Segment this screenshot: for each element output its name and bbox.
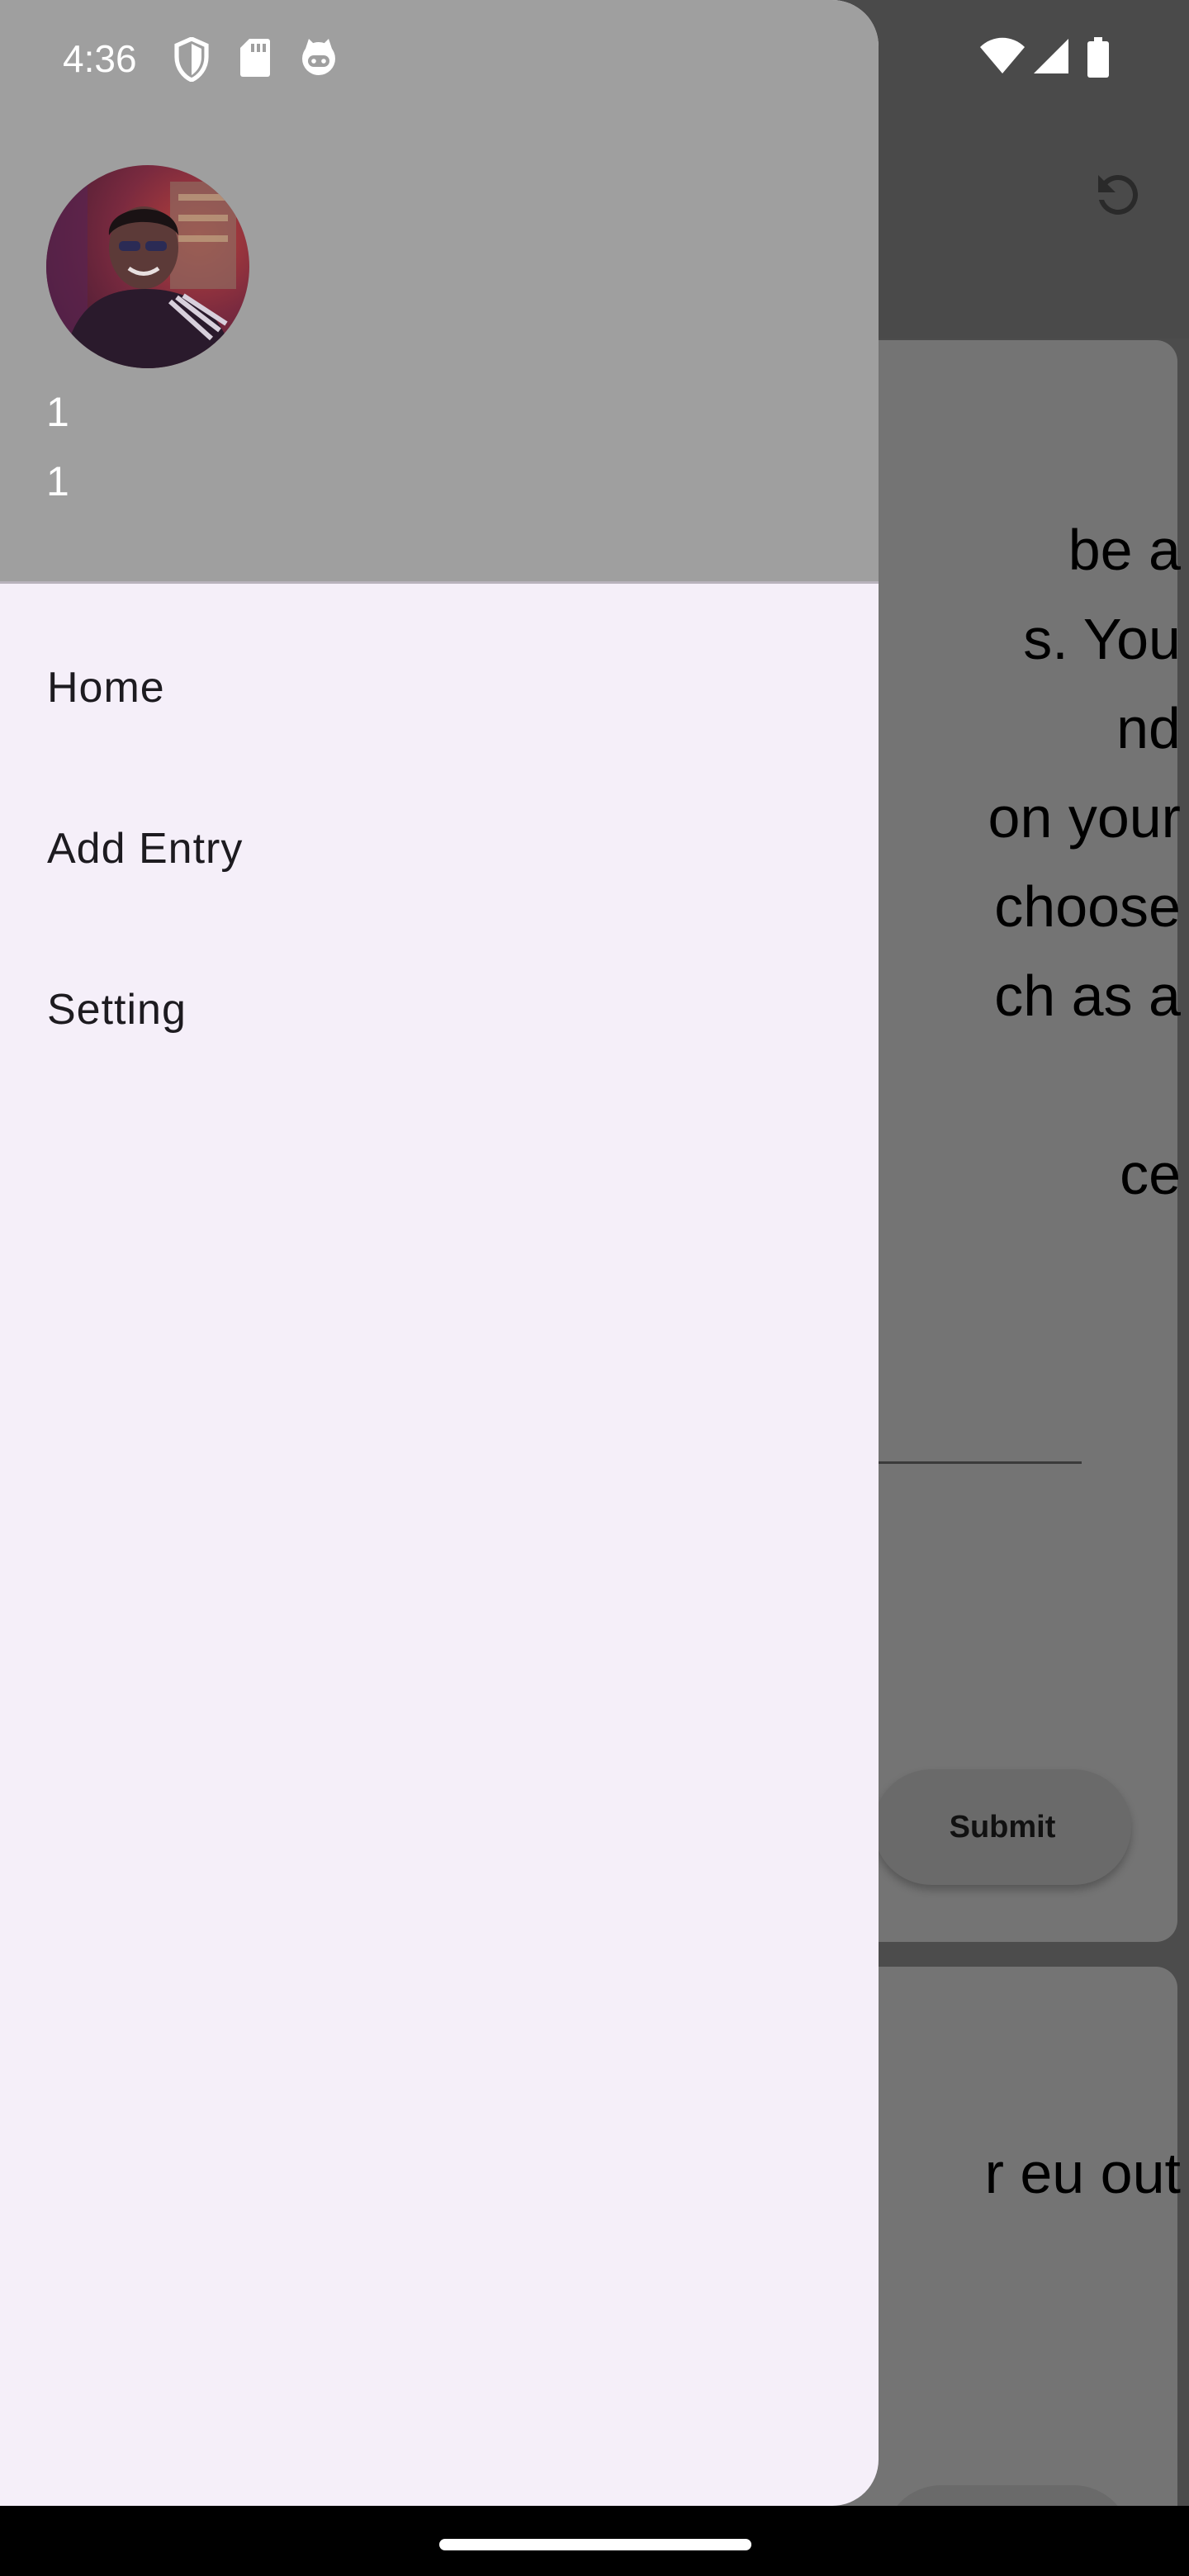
drawer-item-label: Add Entry (47, 825, 244, 873)
battery-icon (1087, 37, 1110, 83)
navigation-bar (0, 2506, 1189, 2576)
clock: 4:36 (63, 37, 137, 80)
sd-card-icon (238, 37, 271, 83)
navigation-drawer: 1 1 Home Add Entry Setting (0, 0, 879, 2506)
wifi-icon (979, 37, 1026, 79)
screen: be a s. You nd on your choose ch as a ce… (0, 0, 1189, 2576)
drawer-item-add-entry[interactable]: Add Entry (0, 770, 879, 927)
status-bar: 4:36 (0, 0, 1189, 124)
input-underline (859, 1461, 1082, 1464)
avatar[interactable] (46, 165, 249, 368)
signal-icon (1032, 37, 1070, 79)
header-email: 1 (46, 458, 69, 504)
drawer-item-setting[interactable]: Setting (0, 931, 879, 1088)
cat-icon (299, 37, 339, 81)
drawer-item-label: Setting (47, 986, 187, 1034)
header-name: 1 (46, 389, 69, 435)
drawer-item-home[interactable]: Home (0, 609, 879, 766)
home-gesture-handle[interactable] (439, 2539, 751, 2550)
submit-button[interactable]: Submit (874, 1769, 1131, 1885)
shield-icon (173, 36, 210, 86)
drawer-item-label: Home (47, 664, 165, 712)
refresh-icon[interactable] (1088, 165, 1148, 225)
